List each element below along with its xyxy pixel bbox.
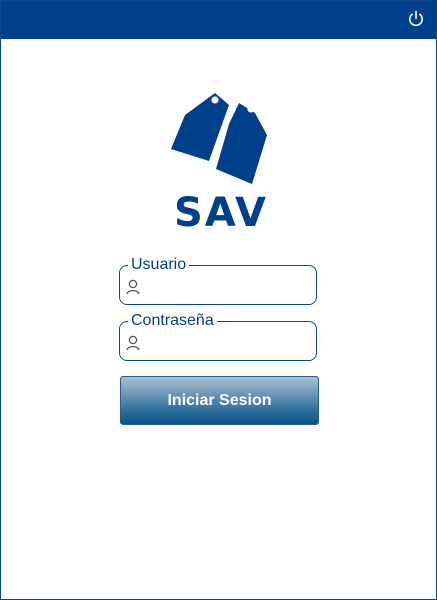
power-button[interactable] <box>406 9 426 29</box>
username-label: Usuario <box>128 256 190 274</box>
username-field[interactable]: Usuario <box>119 256 317 305</box>
login-button[interactable]: Iniciar Sesion <box>120 376 319 425</box>
power-icon <box>409 10 423 27</box>
brand-name: SAV <box>173 190 268 236</box>
top-bar <box>1 1 436 39</box>
user-icon <box>126 335 140 351</box>
price-tags-icon <box>171 93 269 187</box>
user-icon <box>126 279 140 295</box>
password-input[interactable] <box>146 330 310 354</box>
username-input[interactable] <box>146 274 310 298</box>
password-field[interactable]: Contraseña <box>119 312 317 361</box>
password-label: Contraseña <box>128 312 217 330</box>
app-window: SAV Usuario Contraseña Iniciar Sesion <box>0 0 437 600</box>
